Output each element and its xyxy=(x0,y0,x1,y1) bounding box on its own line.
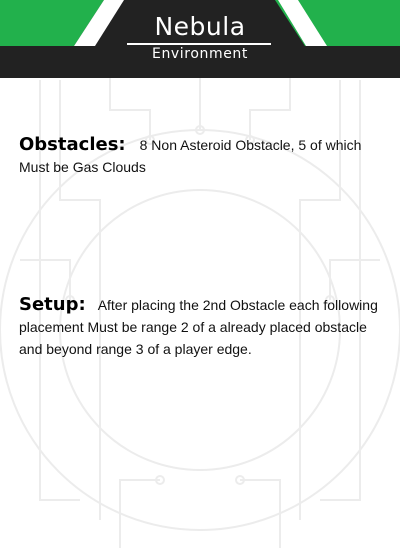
obstacles-label: Obstacles: xyxy=(19,134,126,155)
environment-card: Nebula Environment Obstacles: 8 Non Aster… xyxy=(0,0,400,548)
obstacles-section: Obstacles: 8 Non Asteroid Obstacle, 5 of … xyxy=(19,134,381,178)
circuit-watermark xyxy=(0,78,400,548)
card-title: Nebula xyxy=(154,12,246,41)
card-header: Nebula Environment xyxy=(0,0,400,78)
setup-label: Setup: xyxy=(19,294,86,315)
setup-section: Setup: After placing the 2nd Obstacle eac… xyxy=(19,294,381,360)
card-subtitle: Environment xyxy=(152,46,248,62)
